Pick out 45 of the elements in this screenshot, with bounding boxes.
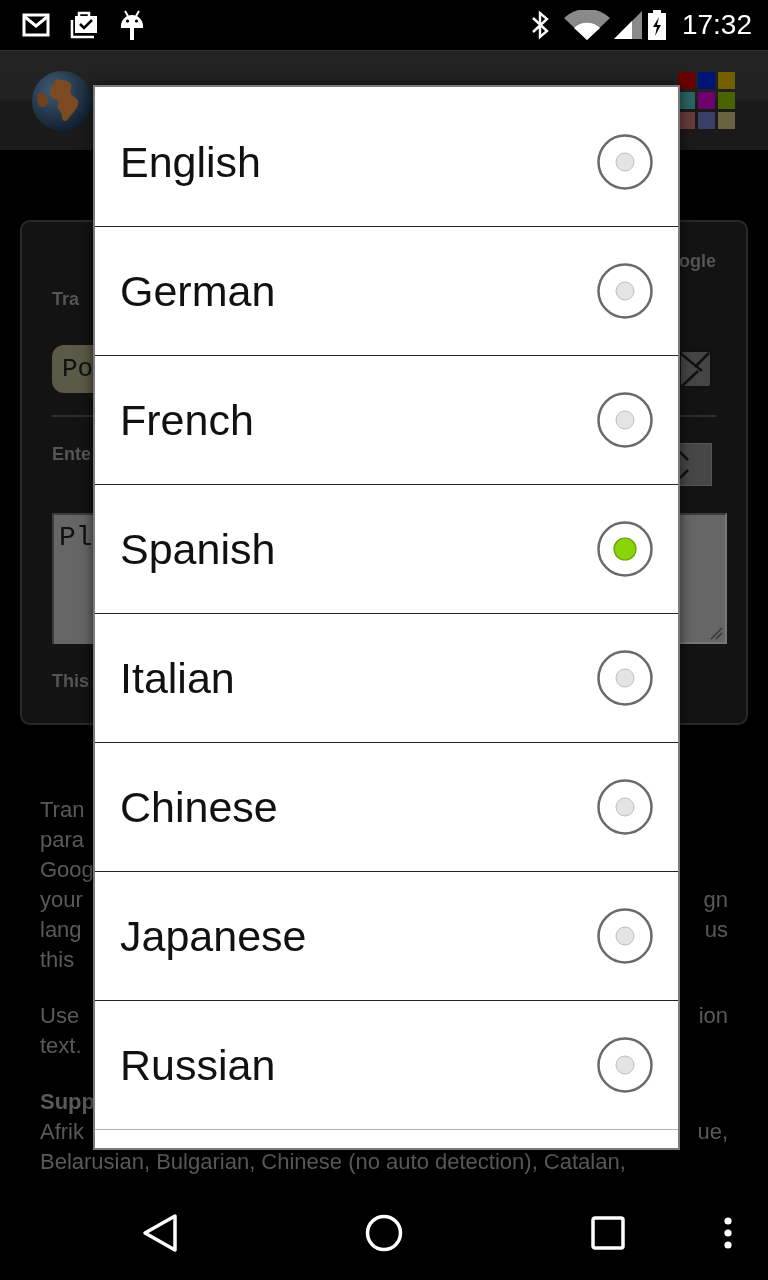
body-text: us bbox=[704, 917, 728, 943]
body-text: Afrik bbox=[40, 1119, 84, 1145]
globe-icon bbox=[32, 70, 92, 131]
field-label: Tra bbox=[52, 288, 80, 310]
body-text: Use bbox=[40, 1003, 80, 1029]
section-heading: Supp bbox=[40, 1089, 95, 1115]
card-label: ogle bbox=[679, 250, 716, 272]
home-button[interactable] bbox=[365, 1213, 403, 1252]
resize-grip-icon[interactable] bbox=[709, 626, 723, 640]
recent-apps-button[interactable] bbox=[591, 1215, 625, 1250]
body-text: ue, bbox=[697, 1119, 728, 1145]
spinner-button[interactable] bbox=[680, 443, 712, 486]
up-down-arrows-icon bbox=[680, 449, 690, 480]
robot-icon bbox=[119, 9, 145, 41]
body-text: gn bbox=[703, 887, 728, 913]
signal-icon bbox=[613, 11, 642, 39]
status-time: 17:32 bbox=[681, 9, 752, 41]
mail-icon bbox=[22, 13, 50, 37]
language-option[interactable]: Russian bbox=[95, 1001, 678, 1130]
body-text: Tran bbox=[40, 797, 85, 823]
language-option[interactable]: Japanese bbox=[95, 872, 678, 1001]
language-option[interactable]: Spanish bbox=[95, 485, 678, 614]
body-text: Belarusian, Bulgarian, Chinese (no auto detection), Catalan, bbox=[40, 1149, 626, 1175]
bluetooth-icon bbox=[530, 10, 549, 40]
body-text: text. bbox=[40, 1033, 82, 1059]
clipboard-check-icon bbox=[70, 11, 100, 39]
note-text: This bbox=[52, 670, 89, 692]
battery-charging-icon bbox=[647, 10, 666, 40]
envelope-icon bbox=[679, 349, 712, 389]
language-option[interactable]: English bbox=[95, 98, 678, 227]
body-text: ion bbox=[698, 1003, 728, 1029]
body-text: para bbox=[40, 827, 85, 853]
body-text: lang bbox=[40, 917, 82, 943]
color-grid-icon bbox=[678, 72, 735, 129]
field-label: Ente bbox=[52, 443, 91, 465]
body-text: your bbox=[40, 887, 83, 913]
language-option[interactable]: Italian bbox=[95, 614, 678, 743]
language-option[interactable]: German bbox=[95, 227, 678, 356]
body-text: this bbox=[40, 947, 75, 973]
body-text: Goog bbox=[40, 857, 94, 883]
language-option[interactable]: French bbox=[95, 356, 678, 485]
language-option[interactable]: Chinese bbox=[95, 743, 678, 872]
more-options-button[interactable] bbox=[724, 1216, 732, 1249]
back-button[interactable] bbox=[142, 1212, 178, 1253]
wifi-icon bbox=[563, 10, 610, 40]
